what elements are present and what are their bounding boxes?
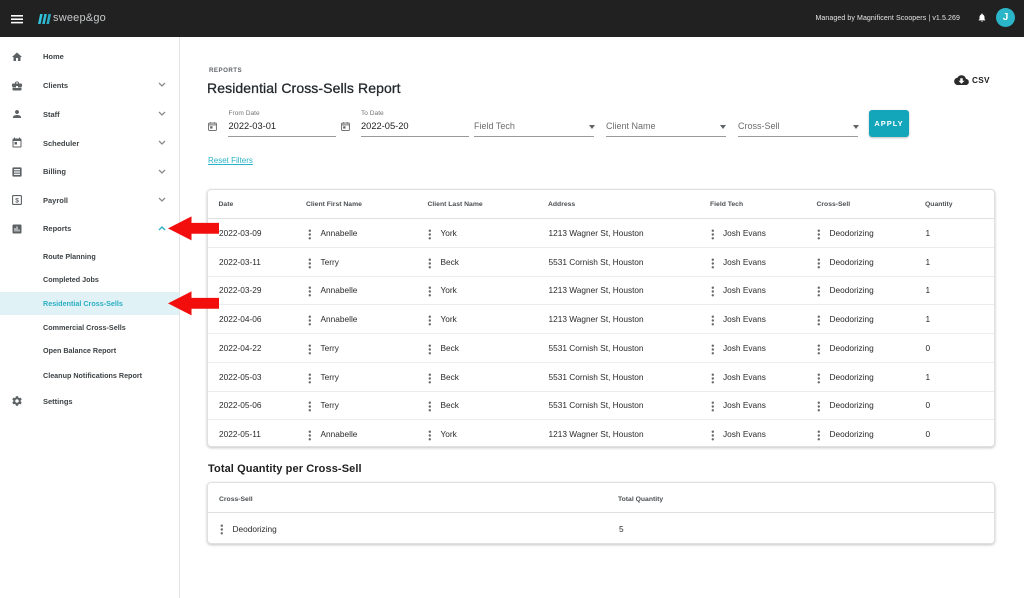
svg-text:$: $ (15, 197, 19, 204)
